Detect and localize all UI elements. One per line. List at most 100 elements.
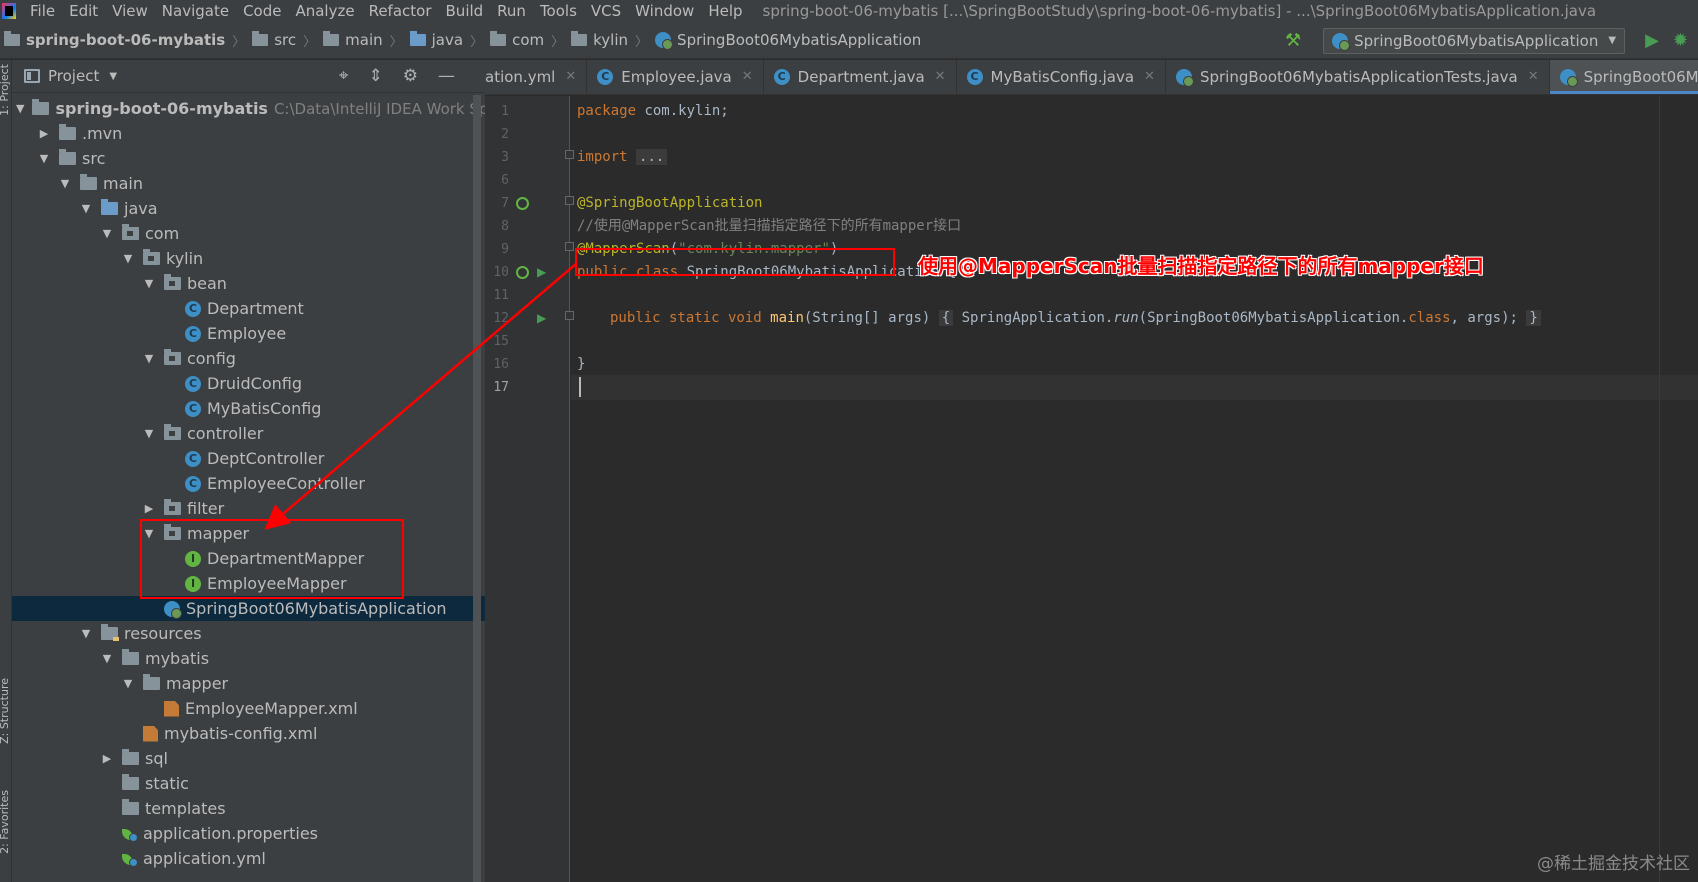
locate-crosshair-icon[interactable]: ⌖ xyxy=(339,66,349,86)
tree-item-config[interactable]: ▼ config xyxy=(12,346,485,371)
expanded-arrow-icon[interactable]: ▼ xyxy=(121,677,135,690)
tab-application-yml[interactable]: ation.yml ✕ xyxy=(485,60,588,94)
tree-item-static[interactable]: static xyxy=(12,771,485,796)
tab-application-tests-java[interactable]: SpringBoot06MybatisApplicationTests.java… xyxy=(1166,60,1550,94)
tree-item-resources[interactable]: ▼ resources xyxy=(12,621,485,646)
expanded-arrow-icon[interactable]: ▼ xyxy=(121,252,135,265)
menu-edit[interactable]: Edit xyxy=(69,2,98,20)
menu-tools[interactable]: Tools xyxy=(540,2,577,20)
tab-employee-java[interactable]: C Employee.java ✕ xyxy=(587,60,764,94)
menu-help[interactable]: Help xyxy=(708,2,742,20)
gear-icon[interactable]: ⚙ xyxy=(403,66,418,86)
tab-application-java-active[interactable]: SpringBoot06Mybatis xyxy=(1549,60,1698,94)
run-play-icon[interactable]: ▶ xyxy=(1645,30,1659,51)
close-icon[interactable]: ✕ xyxy=(935,69,946,84)
collapsed-arrow-icon[interactable]: ▶ xyxy=(37,127,51,140)
tree-item-mybatis[interactable]: ▼ mybatis xyxy=(12,646,485,671)
tab-department-java[interactable]: C Department.java ✕ xyxy=(764,60,957,94)
expanded-arrow-icon[interactable]: ▼ xyxy=(142,352,156,365)
tree-item-deptcontroller[interactable]: C DeptController xyxy=(12,446,485,471)
crumb-src[interactable]: src xyxy=(252,31,296,49)
debug-bug-icon[interactable]: ✹ xyxy=(1673,30,1688,51)
tree-item-filter[interactable]: ▶ filter xyxy=(12,496,485,521)
tab-mybatisconfig-java[interactable]: C MyBatisConfig.java ✕ xyxy=(957,60,1166,94)
tree-item-employeemapper-xml[interactable]: EmployeeMapper.xml xyxy=(12,696,485,721)
collapse-all-icon[interactable]: ⇕ xyxy=(369,66,383,86)
tree-item-employee[interactable]: C Employee xyxy=(12,321,485,346)
close-icon[interactable]: ✕ xyxy=(565,69,576,84)
tree-item-bean[interactable]: ▼ bean xyxy=(12,271,485,296)
tree-item-mapper-folder[interactable]: ▼ mapper xyxy=(12,671,485,696)
menu-build[interactable]: Build xyxy=(446,2,484,20)
menu-analyze[interactable]: Analyze xyxy=(295,2,354,20)
code-token: class xyxy=(1408,310,1451,326)
collapsed-arrow-icon[interactable]: ▶ xyxy=(142,502,156,515)
expanded-arrow-icon[interactable]: ▼ xyxy=(100,652,114,665)
project-tool-window-button[interactable]: 1: Project xyxy=(0,64,11,116)
tab-label: MyBatisConfig.java xyxy=(990,67,1135,86)
project-panel-scrollbar[interactable] xyxy=(473,95,481,882)
expanded-arrow-icon[interactable]: ▼ xyxy=(79,202,93,215)
menu-code[interactable]: Code xyxy=(243,2,281,20)
menu-view[interactable]: View xyxy=(112,2,148,20)
spring-bean-gutter-icon[interactable] xyxy=(516,197,529,210)
close-icon[interactable]: ✕ xyxy=(742,69,753,84)
menu-navigate[interactable]: Navigate xyxy=(162,2,229,20)
tree-item-application-properties[interactable]: application.properties xyxy=(12,821,485,846)
menu-file[interactable]: File xyxy=(30,2,55,20)
expanded-arrow-icon[interactable]: ▼ xyxy=(142,427,156,440)
tree-item-java[interactable]: ▼ java xyxy=(12,196,485,221)
editor-gutter[interactable]: 1 2 3 6 7 8 9 10 11 12 15 16 17 ▶ ▶ xyxy=(485,96,574,882)
close-icon[interactable]: ✕ xyxy=(1144,69,1155,84)
crumb-java[interactable]: java xyxy=(409,31,463,49)
tree-item-main[interactable]: ▼ main xyxy=(12,171,485,196)
chevron-down-icon[interactable]: ▼ xyxy=(109,71,117,82)
tree-item-mybatis-config-xml[interactable]: mybatis-config.xml xyxy=(12,721,485,746)
tree-item-com[interactable]: ▼ com xyxy=(12,221,485,246)
tree-item-src[interactable]: ▼ src xyxy=(12,146,485,171)
expanded-arrow-icon[interactable]: ▼ xyxy=(79,627,93,640)
crumb-application-class[interactable]: SpringBoot06MybatisApplication xyxy=(655,31,921,50)
tree-item-mvn[interactable]: ▶ .mvn xyxy=(12,121,485,146)
crumb-project[interactable]: spring-boot-06-mybatis xyxy=(4,31,225,49)
class-icon: C xyxy=(185,450,201,467)
spring-bean-gutter-icon[interactable] xyxy=(516,266,529,279)
tree-item-application-yml[interactable]: application.yml xyxy=(12,846,485,871)
expanded-arrow-icon[interactable]: ▼ xyxy=(142,277,156,290)
menu-vcs[interactable]: VCS xyxy=(591,2,621,20)
run-configuration-select[interactable]: SpringBoot06MybatisApplication ▼ xyxy=(1323,27,1626,54)
tree-item-controller[interactable]: ▼ controller xyxy=(12,421,485,446)
collapsed-arrow-icon[interactable]: ▶ xyxy=(100,752,114,765)
expanded-arrow-icon[interactable]: ▼ xyxy=(37,152,51,165)
menu-refactor[interactable]: Refactor xyxy=(369,2,432,20)
tree-item-kylin[interactable]: ▼ kylin xyxy=(12,246,485,271)
tree-item-label: main xyxy=(103,174,143,193)
tree-item-sql[interactable]: ▶ sql xyxy=(12,746,485,771)
expanded-arrow-icon[interactable]: ▼ xyxy=(58,177,72,190)
code-text-area[interactable]: package com.kylin; import ... @SpringBoo… xyxy=(571,96,1698,882)
tree-item-mybatisconfig[interactable]: C MyBatisConfig xyxy=(12,396,485,421)
menu-run[interactable]: Run xyxy=(497,2,526,20)
minimize-icon[interactable]: — xyxy=(438,66,455,86)
tree-root[interactable]: ▼ spring-boot-06-mybatis C:\Data\Intelli… xyxy=(12,96,485,121)
run-gutter-icon[interactable]: ▶ xyxy=(537,311,546,325)
crumb-main[interactable]: main xyxy=(323,31,383,49)
folder-icon xyxy=(323,31,340,46)
favorites-tool-window-button[interactable]: 2: Favorites xyxy=(0,790,11,854)
structure-tool-window-button[interactable]: Z: Structure xyxy=(0,678,11,744)
tree-item-employeecontroller[interactable]: C EmployeeController xyxy=(12,471,485,496)
folded-imports[interactable]: ... xyxy=(636,149,668,165)
crumb-kylin[interactable]: kylin xyxy=(571,31,628,49)
project-view-select[interactable]: Project xyxy=(48,67,99,85)
tree-item-application-selected[interactable]: SpringBoot06MybatisApplication xyxy=(12,596,485,621)
tree-item-department[interactable]: C Department xyxy=(12,296,485,321)
build-hammer-icon[interactable]: ⚒ xyxy=(1285,30,1301,51)
menu-window[interactable]: Window xyxy=(635,2,694,20)
close-icon[interactable]: ✕ xyxy=(1528,69,1539,84)
tree-item-druidconfig[interactable]: C DruidConfig xyxy=(12,371,485,396)
tree-item-templates[interactable]: templates xyxy=(12,796,485,821)
run-gutter-icon[interactable]: ▶ xyxy=(537,265,546,279)
expanded-arrow-icon[interactable]: ▼ xyxy=(16,102,24,115)
expanded-arrow-icon[interactable]: ▼ xyxy=(100,227,114,240)
crumb-com[interactable]: com xyxy=(490,31,544,49)
